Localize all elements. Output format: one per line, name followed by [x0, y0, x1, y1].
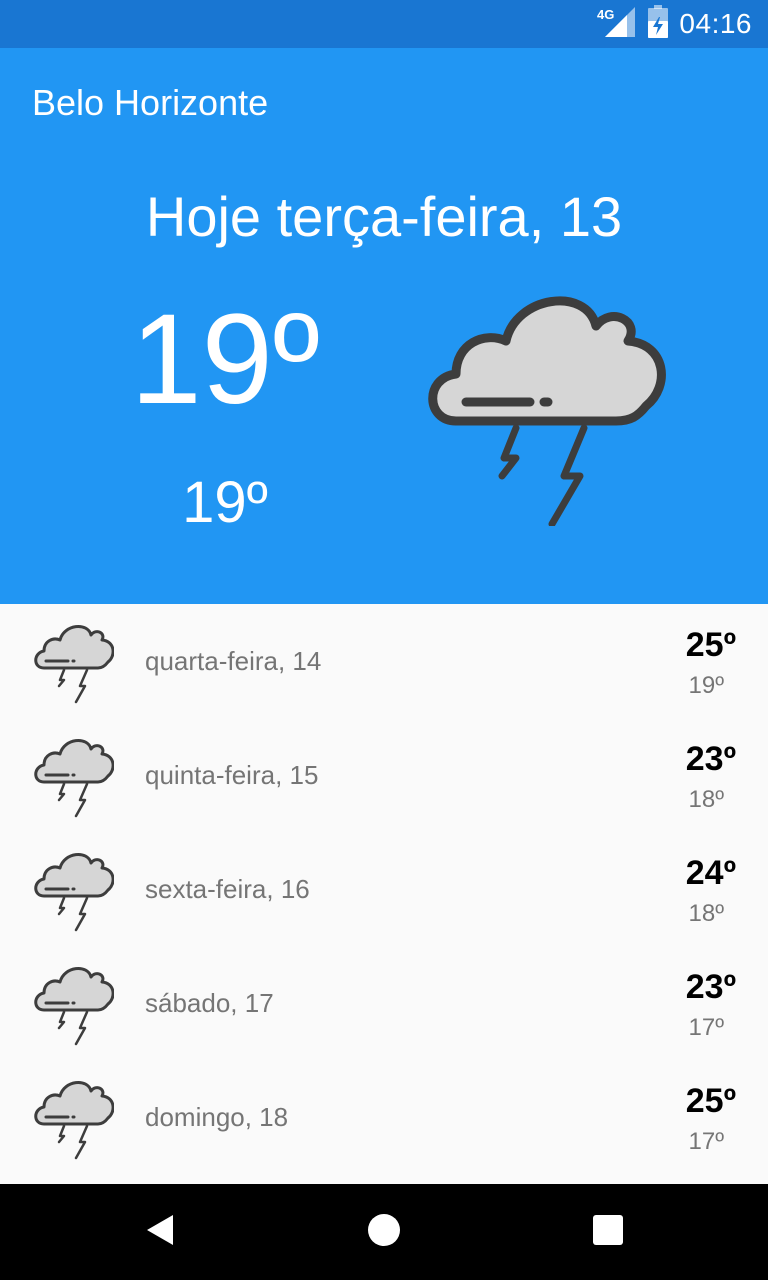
forecast-row[interactable]: quarta-feira, 14 25º 19º [0, 604, 768, 718]
forecast-row[interactable]: sábado, 17 23º 17º [0, 946, 768, 1060]
thunderstorm-cloud-icon [30, 1076, 115, 1164]
back-icon [143, 1213, 177, 1251]
forecast-day: sexta-feira, 16 [145, 874, 310, 904]
network-type: 4G [597, 7, 614, 22]
status-icons: 4G 04:16 [597, 0, 752, 48]
forecast-min-temp: 19º [688, 672, 724, 699]
status-bar: 4G 04:16 [0, 0, 768, 48]
home-icon [367, 1213, 401, 1251]
forecast-day: domingo, 18 [145, 1102, 289, 1132]
forecast-row[interactable]: domingo, 18 25º 17º [0, 1060, 768, 1174]
city-title: Belo Horizonte [32, 82, 269, 123]
today-label: Hoje terça-feira, 13 [145, 185, 623, 248]
thunderstorm-cloud-icon [30, 734, 115, 822]
forecast-day: sábado, 17 [145, 988, 274, 1018]
recents-icon [592, 1214, 624, 1250]
recents-button[interactable] [560, 1184, 656, 1280]
forecast-min-temp: 18º [688, 786, 724, 813]
forecast-max-temp: 23º [685, 740, 736, 778]
thunderstorm-cloud-icon [30, 848, 115, 936]
forecast-day: quarta-feira, 14 [145, 646, 322, 676]
thunderstorm-cloud-icon [416, 286, 676, 530]
home-button[interactable] [336, 1184, 432, 1280]
thunderstorm-cloud-icon [30, 620, 115, 708]
forecast-row[interactable]: quinta-feira, 15 23º 18º [0, 718, 768, 832]
navigation-bar [0, 1184, 768, 1280]
forecast-min-temp: 17º [688, 1128, 724, 1155]
forecast-row[interactable]: sexta-feira, 16 24º 18º [0, 832, 768, 946]
forecast-max-temp: 25º [685, 1082, 736, 1120]
thunderstorm-cloud-icon [30, 962, 115, 1050]
signal-icon: 4G [597, 5, 637, 43]
forecast-max-temp: 24º [685, 854, 736, 892]
battery-icon [647, 5, 669, 43]
forecast-min-temp: 17º [688, 1014, 724, 1041]
forecast-list: quarta-feira, 14 25º 19º quinta-feira, 1… [0, 604, 768, 1184]
back-button[interactable] [112, 1184, 208, 1280]
current-temperature: 19º [130, 288, 320, 431]
forecast-min-temp: 18º [688, 900, 724, 927]
forecast-max-temp: 25º [685, 626, 736, 664]
forecast-max-temp: 23º [685, 968, 736, 1006]
min-temperature: 19º [182, 470, 268, 535]
forecast-day: quinta-feira, 15 [145, 760, 319, 790]
status-time: 04:16 [679, 8, 752, 39]
today-header: Belo Horizonte Hoje terça-feira, 13 19º … [0, 48, 768, 604]
